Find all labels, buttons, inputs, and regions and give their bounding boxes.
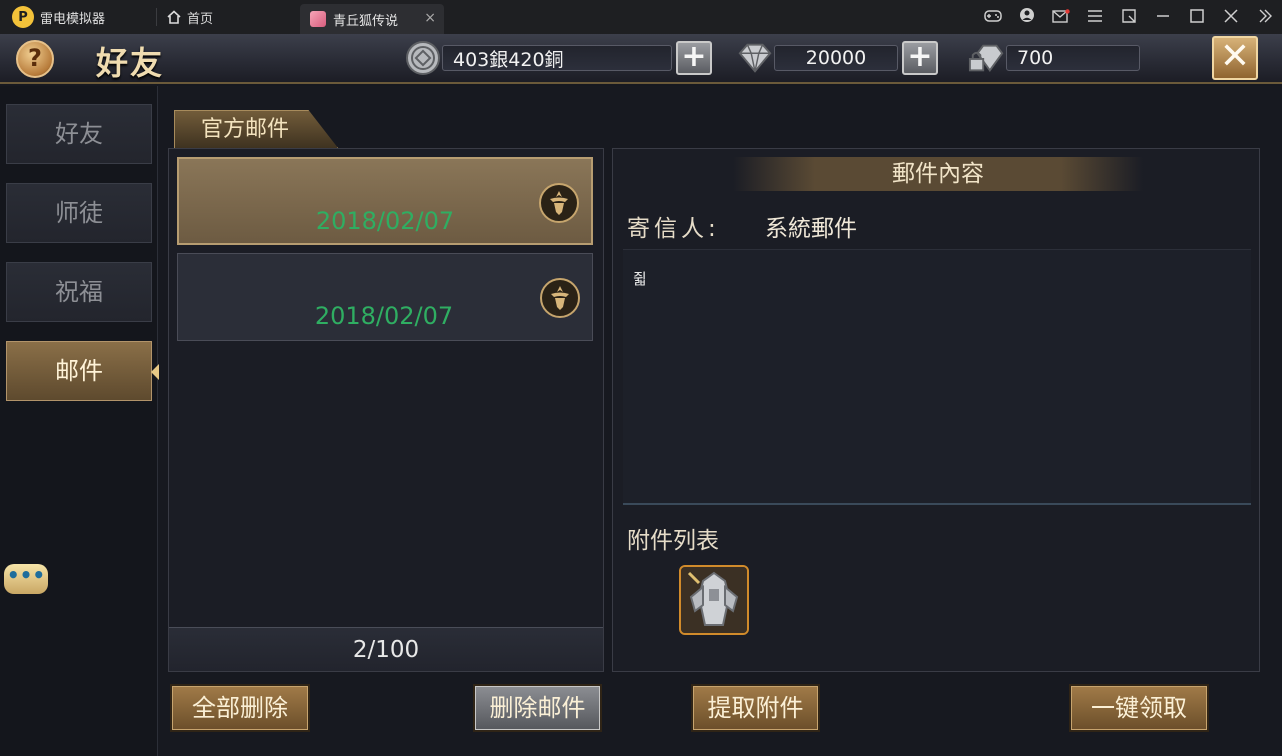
- emulator-app-name: 雷电模拟器: [40, 11, 106, 27]
- float-window-icon[interactable]: [1112, 8, 1146, 27]
- home-icon: [167, 10, 181, 24]
- silver-resource: 403銀420銅 +: [404, 41, 712, 75]
- bound-currency-resource: 700: [968, 43, 1140, 73]
- tab-home[interactable]: 首页: [163, 8, 293, 27]
- extract-attachment-button[interactable]: 提取附件: [691, 684, 820, 732]
- mail-detail-panel: 郵件內容 寄信人: 系統郵件 쥛 附件列表: [612, 148, 1260, 672]
- delete-mail-button[interactable]: 删除邮件: [473, 684, 602, 732]
- mail-body: 쥛: [623, 249, 1251, 505]
- mail-content-header: 郵件內容: [733, 157, 1143, 191]
- game-header: ? 好友 403銀420銅 + 20000 + 700 ✕: [0, 34, 1282, 84]
- locked-diamond-icon: [968, 41, 1006, 75]
- sidebar-item-friends[interactable]: 好友: [6, 104, 152, 164]
- tab-game-label: 青丘狐传说: [333, 13, 399, 29]
- add-diamond-button[interactable]: +: [902, 41, 938, 75]
- sidebar-item-blessing[interactable]: 祝福: [6, 262, 152, 322]
- coin-icon: [404, 41, 442, 75]
- game-tab-icon: [310, 11, 326, 27]
- add-silver-button[interactable]: +: [676, 41, 712, 75]
- silver-copper-value: 403銀420銅: [442, 45, 672, 71]
- official-emblem-icon: [539, 183, 579, 223]
- mail-list-panel: 2018/02/07 2018/02/07 2/100: [168, 148, 604, 672]
- account-icon[interactable]: [1010, 7, 1044, 27]
- diamond-resource: 20000 +: [736, 41, 938, 75]
- mail-date: 2018/02/07: [314, 302, 454, 330]
- sender-value: 系統郵件: [765, 216, 857, 242]
- close-tab-icon[interactable]: ×: [424, 10, 436, 26]
- tab-divider: [156, 8, 157, 26]
- mail-body-text: 쥛: [633, 270, 647, 288]
- mail-list-item[interactable]: 2018/02/07: [177, 157, 593, 245]
- diamond-value: 20000: [774, 45, 898, 71]
- active-indicator-icon: [151, 364, 159, 380]
- emulator-titlebar: P 雷电模拟器 首页 青丘狐传说 ×: [0, 0, 1282, 34]
- bound-currency-value: 700: [1006, 45, 1140, 71]
- tab-official-mail[interactable]: 官方邮件: [174, 110, 338, 148]
- close-window-icon[interactable]: [1214, 8, 1248, 27]
- sidebar-item-mail-label: 邮件: [55, 357, 103, 385]
- tab-game[interactable]: 青丘狐传说 ×: [300, 4, 444, 34]
- close-panel-button[interactable]: ✕: [1212, 36, 1258, 80]
- help-button[interactable]: ?: [16, 40, 54, 78]
- mail-notify-icon[interactable]: [1044, 8, 1078, 27]
- page-title: 好友: [96, 44, 165, 82]
- attachment-item-armor-icon[interactable]: [679, 565, 749, 635]
- emulator-logo-icon: P: [12, 6, 34, 28]
- diamond-icon: [736, 41, 774, 75]
- attachments-label: 附件列表: [627, 528, 719, 554]
- menu-icon[interactable]: [1078, 8, 1112, 27]
- gamepad-icon[interactable]: [976, 8, 1010, 27]
- mail-count: 2/100: [169, 627, 603, 671]
- main-area: 好友 师徒 祝福 邮件 ••• 官方邮件 2018/02/07 2018/02/…: [0, 86, 1282, 756]
- window-controls: [976, 0, 1282, 34]
- mail-date: 2018/02/07: [315, 207, 455, 235]
- sidebar: 好友 师徒 祝福 邮件 •••: [0, 86, 159, 756]
- delete-all-button[interactable]: 全部删除: [170, 684, 310, 732]
- sidebar-item-mentor[interactable]: 师徒: [6, 183, 152, 243]
- mail-list-item[interactable]: 2018/02/07: [177, 253, 593, 341]
- tab-home-label: 首页: [187, 11, 214, 27]
- maximize-icon[interactable]: [1180, 8, 1214, 27]
- sidebar-item-mail[interactable]: 邮件: [6, 341, 159, 401]
- chat-bubble-icon[interactable]: •••: [4, 564, 48, 594]
- claim-all-button[interactable]: 一键领取: [1069, 684, 1209, 732]
- expand-sidebar-icon[interactable]: [1248, 8, 1282, 27]
- minimize-icon[interactable]: [1146, 8, 1180, 27]
- official-emblem-icon: [540, 278, 580, 318]
- sender-label: 寄信人:: [627, 216, 720, 242]
